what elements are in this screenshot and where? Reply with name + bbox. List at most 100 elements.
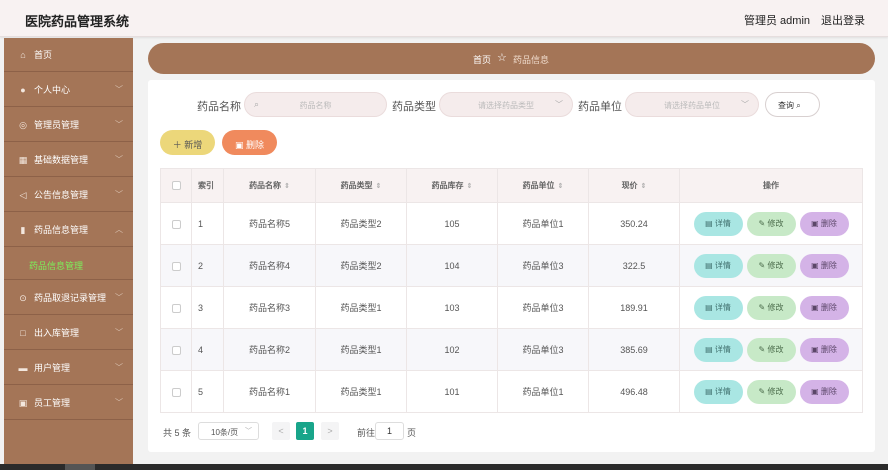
row-delete-button[interactable]: ▣ 删除 [799,253,849,278]
row-delete-button[interactable]: ▣ 删除 [799,337,849,362]
pagination-total: 共 5 条 [163,428,192,438]
drug-unit-select[interactable]: 请选择药品单位 ﹀ [625,92,759,117]
header-drug-unit[interactable]: 药品单位 ⇕ [497,168,589,203]
cell-drug-name: 药品名称2 [223,328,316,371]
chevron-up-icon: ︿ [115,225,123,234]
detail-button[interactable]: ▤ 详情 [693,337,743,362]
add-button-label: ＋ 新增 [172,140,203,150]
cell-drug-type: 药品类型1 [315,286,407,329]
row-checkbox[interactable] [171,219,181,229]
add-button[interactable]: ＋ 新增 [160,130,215,155]
logout-link[interactable]: 退出登录 [821,12,865,28]
row-select-cell[interactable] [160,370,192,413]
cell-drug-stock: 103 [406,286,498,329]
cell-index: 3 [191,286,224,329]
row-select-cell[interactable] [160,244,192,287]
sidebar-item-users[interactable]: ▬ 用户管理 ﹀ [4,351,133,385]
record-icon: ⊙ [19,293,27,303]
trash-icon: ▣ [811,386,819,396]
row-checkbox[interactable] [171,387,181,397]
row-select-cell[interactable] [160,202,192,245]
sort-icon: ⇕ [466,183,473,190]
pencil-icon: ✎ [758,302,766,312]
row-checkbox[interactable] [171,345,181,355]
edit-button[interactable]: ✎ 修改 [746,295,796,320]
drug-name-input[interactable]: ⌕ 药品名称 [244,92,387,117]
next-page-button[interactable]: > [321,422,339,440]
drug-name-placeholder: 药品名称 [299,101,332,110]
trash-icon: ▣ [811,218,819,228]
admin-icon: ◎ [19,120,27,130]
chevron-down-icon: ﹀ [555,100,563,109]
delete-selected-button[interactable]: ▣ 删除 [222,130,277,155]
cell-actions: ▤ 详情 ✎ 修改 ▣ 删除 [679,286,863,329]
search-button[interactable]: 查询 ⌕ [765,92,820,117]
edit-button[interactable]: ✎ 修改 [746,211,796,236]
edit-button[interactable]: ✎ 修改 [746,253,796,278]
pencil-icon: ✎ [758,344,766,354]
user-icon: ● [20,85,26,95]
select-all-checkbox[interactable] [171,181,181,191]
row-select-cell[interactable] [160,286,192,329]
top-bar: 医院药品管理系统 管理员 admin 退出登录 [0,0,888,37]
sidebar-item-staff[interactable]: ▣ 员工管理 ﹀ [4,386,133,420]
row-select-cell[interactable] [160,328,192,371]
row-delete-button[interactable]: ▣ 删除 [799,211,849,236]
pencil-icon: ✎ [758,218,766,228]
sidebar-item-home[interactable]: ⌂ 首页 [4,38,133,72]
plus-icon: ＋ [172,140,182,150]
header-actions: 操作 [679,168,863,203]
sidebar-subitem-drug-info[interactable]: 药品信息管理 [4,248,133,280]
header-price[interactable]: 现价 ⇕ [588,168,680,203]
row-delete-button[interactable]: ▣ 删除 [799,379,849,404]
cell-drug-stock: 105 [406,202,498,245]
sidebar-item-base-data[interactable]: ▦ 基础数据管理 ﹀ [4,143,133,177]
select-all-cell[interactable] [160,168,192,203]
sidebar-item-profile[interactable]: ● 个人中心 ﹀ [4,73,133,107]
sidebar-item-admins[interactable]: ◎ 管理员管理 ﹀ [4,108,133,142]
prev-page-button[interactable]: < [272,422,290,440]
chevron-down-icon: ﹀ [115,120,123,129]
trash-icon: ▣ [811,344,819,354]
sidebar-item-stock[interactable]: □ 出入库管理 ﹀ [4,316,133,350]
detail-button[interactable]: ▤ 详情 [693,295,743,320]
row-checkbox[interactable] [171,303,181,313]
detail-button[interactable]: ▤ 详情 [693,211,743,236]
page-size-select[interactable]: 10条/页 ﹀ [198,422,259,440]
taskbar-tab[interactable] [65,464,95,470]
drug-unit-placeholder: 请选择药品单位 [664,101,720,110]
chevron-down-icon: ﹀ [115,293,123,302]
table-row: 3 药品名称3 药品类型1 103 药品单位3 189.91 ▤ 详情 ✎ 修改 ▣… [160,286,863,329]
row-checkbox[interactable] [171,261,181,271]
cell-drug-unit: 药品单位3 [497,286,589,329]
doc-icon: ▤ [705,218,713,228]
detail-button[interactable]: ▤ 详情 [693,379,743,404]
drug-type-placeholder: 请选择药品类型 [478,101,534,110]
page-number-current[interactable]: 1 [296,422,314,440]
header-drug-type[interactable]: 药品类型 ⇕ [315,168,407,203]
cell-drug-name: 药品名称5 [223,202,316,245]
sidebar-item-drug-info[interactable]: ▮ 药品信息管理 ︿ [4,213,133,247]
row-delete-button[interactable]: ▣ 删除 [799,295,849,320]
cell-price: 385.69 [588,328,680,371]
detail-button[interactable]: ▤ 详情 [693,253,743,278]
home-icon: ⌂ [20,50,26,60]
drug-name-label: 药品名称 [197,101,241,113]
sort-icon: ⇕ [557,183,564,190]
breadcrumb-home[interactable]: 首页 [473,53,491,66]
goto-page-input[interactable]: 1 [375,422,404,440]
header-drug-stock[interactable]: 药品库存 ⇕ [406,168,498,203]
trash-icon: ▣ [811,260,819,270]
edit-button[interactable]: ✎ 修改 [746,379,796,404]
sidebar-item-label: 首页 [34,50,53,60]
edit-button[interactable]: ✎ 修改 [746,337,796,362]
sidebar-item-drug-records[interactable]: ⊙ 药品取退记录管理 ﹀ [4,281,133,315]
sidebar-item-notices[interactable]: ◁ 公告信息管理 ﹀ [4,178,133,212]
header-drug-name[interactable]: 药品名称 ⇕ [223,168,316,203]
taskbar [0,464,888,470]
box-icon: □ [20,328,26,338]
cell-actions: ▤ 详情 ✎ 修改 ▣ 删除 [679,244,863,287]
drug-type-select[interactable]: 请选择药品类型 ﹀ [439,92,573,117]
chevron-down-icon: ﹀ [245,428,252,435]
cell-drug-unit: 药品单位1 [497,202,589,245]
